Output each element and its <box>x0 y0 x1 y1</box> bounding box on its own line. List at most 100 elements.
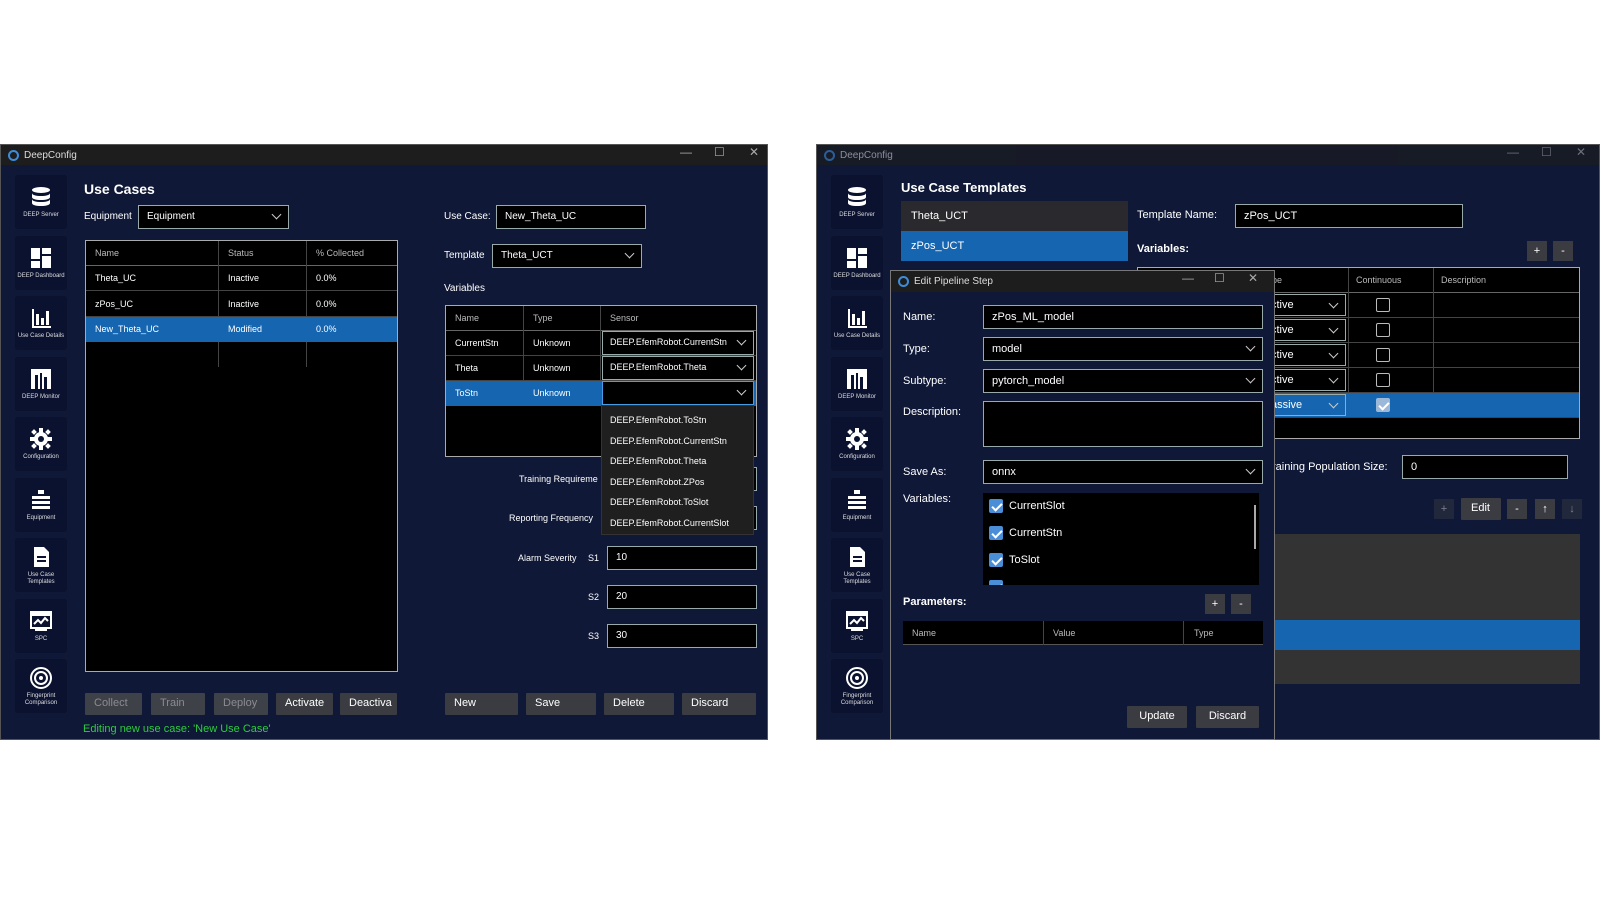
use-case-label: Use Case: <box>444 211 491 222</box>
minimize-icon[interactable]: — <box>1507 145 1519 159</box>
type-select[interactable]: ctive <box>1264 319 1346 341</box>
maximize-icon[interactable]: ☐ <box>1214 271 1225 285</box>
update-button[interactable]: Update <box>1127 706 1187 728</box>
save-button[interactable]: Save <box>526 693 596 715</box>
discard-button[interactable]: Discard <box>682 693 756 715</box>
variable-checkbox[interactable] <box>989 553 1003 567</box>
name-input[interactable]: zPos_ML_model <box>983 305 1263 329</box>
save-as-select[interactable]: onnx <box>983 460 1263 484</box>
sensor-select[interactable]: DEEP.EfemRobot.CurrentStn <box>602 331 754 355</box>
use-case-input[interactable]: New_Theta_UC <box>496 205 646 229</box>
table-row[interactable]: Theta_UC Inactive 0.0% <box>86 266 397 291</box>
close-icon[interactable]: ✕ <box>749 145 759 159</box>
collect-button[interactable]: Collect <box>85 693 142 715</box>
deploy-button[interactable]: Deploy <box>214 693 268 715</box>
s2-input[interactable]: 20 <box>607 585 757 609</box>
checklist-item[interactable]: CurrentSlot <box>989 499 1239 515</box>
new-button[interactable]: New <box>445 693 518 715</box>
nav-item-configuration[interactable]: Configuration <box>831 417 883 471</box>
nav-item-equipment[interactable]: Equipment <box>831 477 883 532</box>
deactivate-button[interactable]: Deactiva <box>340 693 397 715</box>
nav-item-deep-dashboard[interactable]: DEEP Dashboard <box>831 235 883 290</box>
equipment-select[interactable]: Equipment <box>138 205 289 229</box>
variable-checkbox[interactable] <box>989 499 1003 513</box>
nav-item-configuration[interactable]: Configuration <box>15 417 67 471</box>
nav-item-spc[interactable]: SPC <box>15 598 67 653</box>
maximize-icon[interactable]: ☐ <box>1541 145 1552 159</box>
minimize-icon[interactable]: — <box>680 145 692 159</box>
table-row-selected[interactable]: New_Theta_UC Modified 0.0% <box>86 317 397 342</box>
move-up-button[interactable]: ↑ <box>1535 499 1555 519</box>
type-select[interactable]: model <box>983 337 1263 361</box>
table-row[interactable]: Theta Unknown DEEP.EfemRobot.Theta <box>446 356 756 381</box>
nav-item-deep-server[interactable]: DEEP Server <box>831 175 883 229</box>
add-step-button[interactable]: + <box>1434 499 1454 519</box>
s3-input[interactable]: 30 <box>607 624 757 648</box>
variable-checkbox[interactable] <box>989 526 1003 540</box>
add-variable-button[interactable]: + <box>1527 241 1547 261</box>
delete-button[interactable]: Delete <box>604 693 674 715</box>
nav-item-use-case-templates[interactable]: Use Case Templates <box>15 538 67 592</box>
remove-variable-button[interactable]: - <box>1553 241 1573 261</box>
nav-item-deep-dashboard[interactable]: DEEP Dashboard <box>15 235 67 290</box>
sensor-select-open[interactable] <box>602 381 754 405</box>
nav-item-deep-server[interactable]: DEEP Server <box>15 175 67 229</box>
remove-parameter-button[interactable]: - <box>1231 594 1251 614</box>
nav-item-use-case-templates[interactable]: Use Case Templates <box>831 538 883 592</box>
close-icon[interactable]: ✕ <box>1248 271 1258 285</box>
nav-item-use-case-details[interactable]: Use Case Details <box>831 296 883 350</box>
sensor-select[interactable]: DEEP.EfemRobot.Theta <box>602 356 754 380</box>
maximize-icon[interactable]: ☐ <box>714 145 725 159</box>
checklist-item[interactable]: ToSlot <box>989 553 1239 569</box>
variable-checkbox[interactable] <box>989 580 1003 585</box>
list-item-selected[interactable]: zPos_UCT <box>901 231 1128 261</box>
col-type: Type <box>533 313 553 323</box>
description-input[interactable] <box>983 401 1263 447</box>
dropdown-option[interactable]: DEEP.EfemRobot.ToStn <box>610 415 706 425</box>
dropdown-option[interactable]: DEEP.EfemRobot.CurrentSlot <box>610 518 729 528</box>
list-item[interactable]: Theta_UCT <box>901 201 1128 231</box>
training-requirement-label: Training Requireme <box>519 474 598 484</box>
continuous-checkbox[interactable] <box>1376 348 1390 362</box>
continuous-checkbox[interactable] <box>1376 398 1390 412</box>
nav-item-deep-monitor[interactable]: DEEP Monitor <box>831 356 883 411</box>
minimize-icon[interactable]: — <box>1182 271 1194 285</box>
nav-item-use-case-details[interactable]: Use Case Details <box>15 296 67 350</box>
nav-item-deep-monitor[interactable]: DEEP Monitor <box>15 356 67 411</box>
continuous-checkbox[interactable] <box>1376 323 1390 337</box>
remove-step-button[interactable]: - <box>1507 499 1527 519</box>
gear-icon <box>846 428 868 450</box>
nav-item-fingerprint-comparison[interactable]: Fingerprint Comparison <box>15 659 67 713</box>
training-population-input[interactable]: 0 <box>1402 455 1568 479</box>
nav-item-equipment[interactable]: Equipment <box>15 477 67 532</box>
subtype-select[interactable]: pytorch_model <box>983 369 1263 393</box>
activate-button[interactable]: Activate <box>276 693 333 715</box>
scrollbar[interactable] <box>1254 505 1256 549</box>
close-icon[interactable]: ✕ <box>1576 145 1586 159</box>
edit-step-button[interactable]: Edit <box>1461 498 1501 520</box>
continuous-checkbox[interactable] <box>1376 298 1390 312</box>
type-select[interactable]: ctive <box>1264 369 1346 391</box>
nav-item-spc[interactable]: SPC <box>831 598 883 653</box>
dropdown-option[interactable]: DEEP.EfemRobot.CurrentStn <box>610 436 727 446</box>
s1-input[interactable]: 10 <box>607 546 757 570</box>
table-row-selected[interactable]: ToStn Unknown <box>446 381 756 406</box>
dropdown-option[interactable]: DEEP.EfemRobot.Theta <box>610 456 706 466</box>
continuous-checkbox[interactable] <box>1376 373 1390 387</box>
table-row[interactable]: zPos_UC Inactive 0.0% <box>86 292 397 317</box>
dropdown-option[interactable]: DEEP.EfemRobot.ToSlot <box>610 497 708 507</box>
train-button[interactable]: Train <box>151 693 205 715</box>
checklist-item[interactable]: CurrentStn <box>989 526 1239 542</box>
template-name-input[interactable]: zPos_UCT <box>1235 204 1463 228</box>
type-select[interactable]: assive <box>1264 394 1346 416</box>
add-parameter-button[interactable]: + <box>1205 594 1225 614</box>
nav-item-fingerprint-comparison[interactable]: Fingerprint Comparison <box>831 659 883 713</box>
discard-button[interactable]: Discard <box>1196 706 1259 728</box>
dropdown-option[interactable]: DEEP.EfemRobot.ZPos <box>610 477 704 487</box>
chevron-down-icon <box>1245 341 1256 352</box>
table-row[interactable]: CurrentStn Unknown DEEP.EfemRobot.Curren… <box>446 331 756 356</box>
template-select[interactable]: Theta_UCT <box>492 244 642 268</box>
type-select[interactable]: ctive <box>1264 294 1346 316</box>
move-down-button[interactable]: ↓ <box>1562 499 1582 519</box>
type-select[interactable]: ctive <box>1264 344 1346 366</box>
